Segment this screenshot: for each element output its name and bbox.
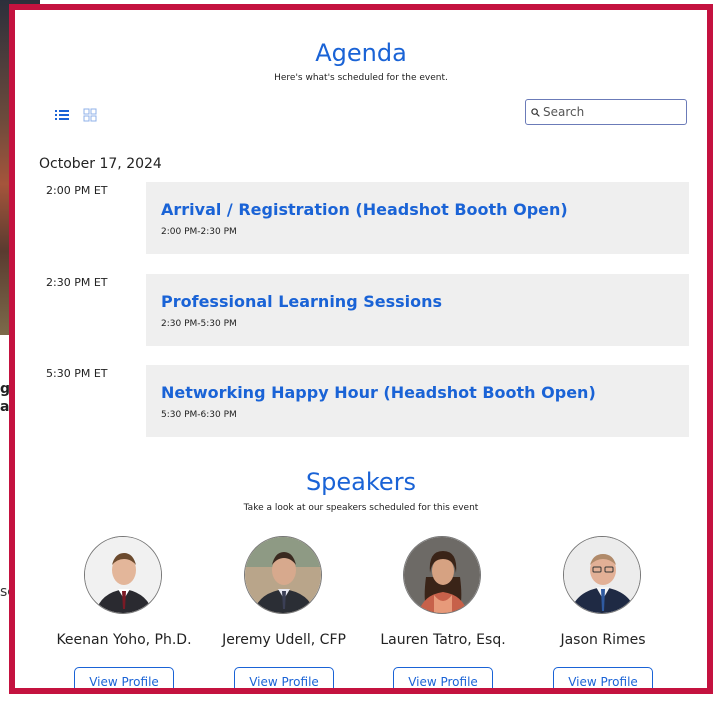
speaker-avatar[interactable] [84, 536, 162, 614]
speaker-name: Jason Rimes [560, 632, 646, 648]
speaker-name: Lauren Tatro, Esq. [380, 632, 506, 648]
view-profile-button[interactable]: View Profile [393, 667, 493, 688]
agenda-subtitle: Here's what's scheduled for the event. [274, 73, 448, 83]
agenda-time: 2:30 PM ET [46, 276, 108, 289]
agenda-item[interactable]: Arrival / Registration (Headshot Booth O… [146, 182, 689, 254]
speakers-title: Speakers [305, 468, 417, 496]
agenda-date: October 17, 2024 [39, 156, 162, 172]
list-view-icon[interactable] [55, 108, 69, 122]
agenda-time: 2:00 PM ET [46, 184, 108, 197]
speaker-photo [245, 537, 321, 613]
speaker-avatar[interactable] [244, 536, 322, 614]
search-box[interactable] [525, 99, 687, 125]
search-icon [531, 107, 540, 117]
speaker-avatar[interactable] [403, 536, 481, 614]
agenda-title: Agenda [315, 39, 407, 67]
agenda-time: 5:30 PM ET [46, 367, 108, 380]
view-profile-button[interactable]: View Profile [553, 667, 653, 688]
speaker-avatar[interactable] [563, 536, 641, 614]
speaker-photo [564, 537, 640, 613]
grid-view-icon[interactable] [83, 108, 97, 122]
speaker-photo [85, 537, 161, 613]
speaker-name: Jeremy Udell, CFP [222, 632, 346, 648]
agenda-item-time-range: 2:00 PM-2:30 PM [161, 227, 237, 237]
search-input[interactable] [543, 105, 683, 119]
speakers-subtitle: Take a look at our speakers scheduled fo… [243, 503, 479, 513]
agenda-item-time-range: 2:30 PM-5:30 PM [161, 319, 237, 329]
agenda-item-title[interactable]: Networking Happy Hour (Headshot Booth Op… [161, 383, 689, 402]
event-modal: Agenda Here's what's scheduled for the e… [9, 4, 713, 694]
agenda-item-title[interactable]: Professional Learning Sessions [161, 292, 689, 311]
agenda-item[interactable]: Professional Learning Sessions 2:30 PM-5… [146, 274, 689, 346]
agenda-item-title[interactable]: Arrival / Registration (Headshot Booth O… [161, 200, 689, 219]
view-profile-button[interactable]: View Profile [74, 667, 174, 688]
speaker-name: Keenan Yoho, Ph.D. [56, 632, 192, 648]
view-profile-button[interactable]: View Profile [234, 667, 334, 688]
agenda-item-time-range: 5:30 PM-6:30 PM [161, 410, 237, 420]
agenda-item[interactable]: Networking Happy Hour (Headshot Booth Op… [146, 365, 689, 437]
speaker-photo [404, 537, 480, 613]
